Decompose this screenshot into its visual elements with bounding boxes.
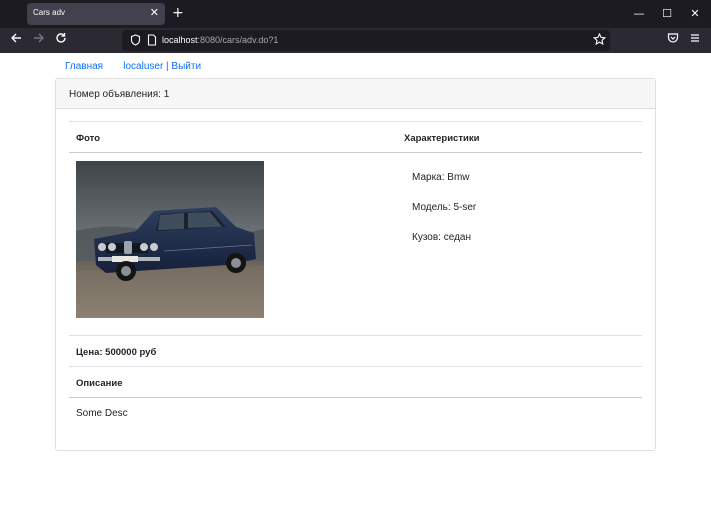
browser-tab[interactable]: Cars adv ✕	[27, 3, 165, 25]
star-icon[interactable]	[592, 32, 607, 49]
close-tab-icon[interactable]: ✕	[150, 6, 159, 20]
url-text[interactable]: localhost:8080/cars/adv.do?1	[162, 35, 278, 45]
page-icon[interactable]	[147, 34, 157, 49]
description-header: Описание	[76, 378, 123, 389]
back-arrow-icon[interactable]	[8, 32, 24, 48]
browser-toolbar: localhost:8080/cars/adv.do?1	[0, 28, 711, 53]
forward-arrow-icon[interactable]	[31, 32, 47, 48]
close-window-icon[interactable]: ✕	[687, 6, 703, 22]
description-text: Some Desc	[76, 408, 128, 419]
row-border	[69, 366, 642, 367]
menu-icon[interactable]	[687, 32, 703, 48]
page-nav: Главная localuser | Выйти	[65, 61, 201, 72]
table-header-border	[69, 152, 642, 153]
url-path: :8080/cars/adv.do?1	[197, 35, 279, 45]
user-logout-link[interactable]: localuser | Выйти	[123, 61, 201, 72]
new-tab-icon[interactable]: +	[172, 5, 184, 21]
spec-model: Модель: 5-ser	[412, 202, 477, 213]
reload-icon[interactable]	[53, 32, 69, 48]
tab-title: Cars adv	[33, 8, 66, 17]
table-top-border	[69, 121, 642, 122]
url-host: localhost	[162, 35, 198, 45]
ad-card: Номер объявления: 1 Фото Характеристики	[55, 78, 656, 451]
home-link[interactable]: Главная	[65, 61, 103, 72]
pocket-icon[interactable]	[665, 32, 681, 48]
minimize-icon[interactable]: —	[631, 6, 647, 22]
car-photo	[76, 161, 264, 318]
price: Цена: 500000 руб	[76, 347, 157, 358]
spec-body: Кузов: седан	[412, 232, 471, 243]
row-border	[69, 397, 642, 398]
card-header: Номер объявления: 1	[56, 79, 655, 109]
specs-column-header: Характеристики	[404, 133, 480, 144]
photo-column-header: Фото	[76, 133, 101, 144]
maximize-icon[interactable]: ☐	[659, 6, 675, 22]
shield-icon[interactable]	[130, 34, 141, 49]
browser-titlebar: Cars adv ✕ + — ☐ ✕	[0, 0, 711, 28]
ad-number: Номер объявления: 1	[69, 89, 170, 100]
row-border	[69, 335, 642, 336]
address-bar[interactable]: localhost:8080/cars/adv.do?1	[122, 30, 610, 51]
spec-brand: Марка: Bmw	[412, 172, 470, 183]
